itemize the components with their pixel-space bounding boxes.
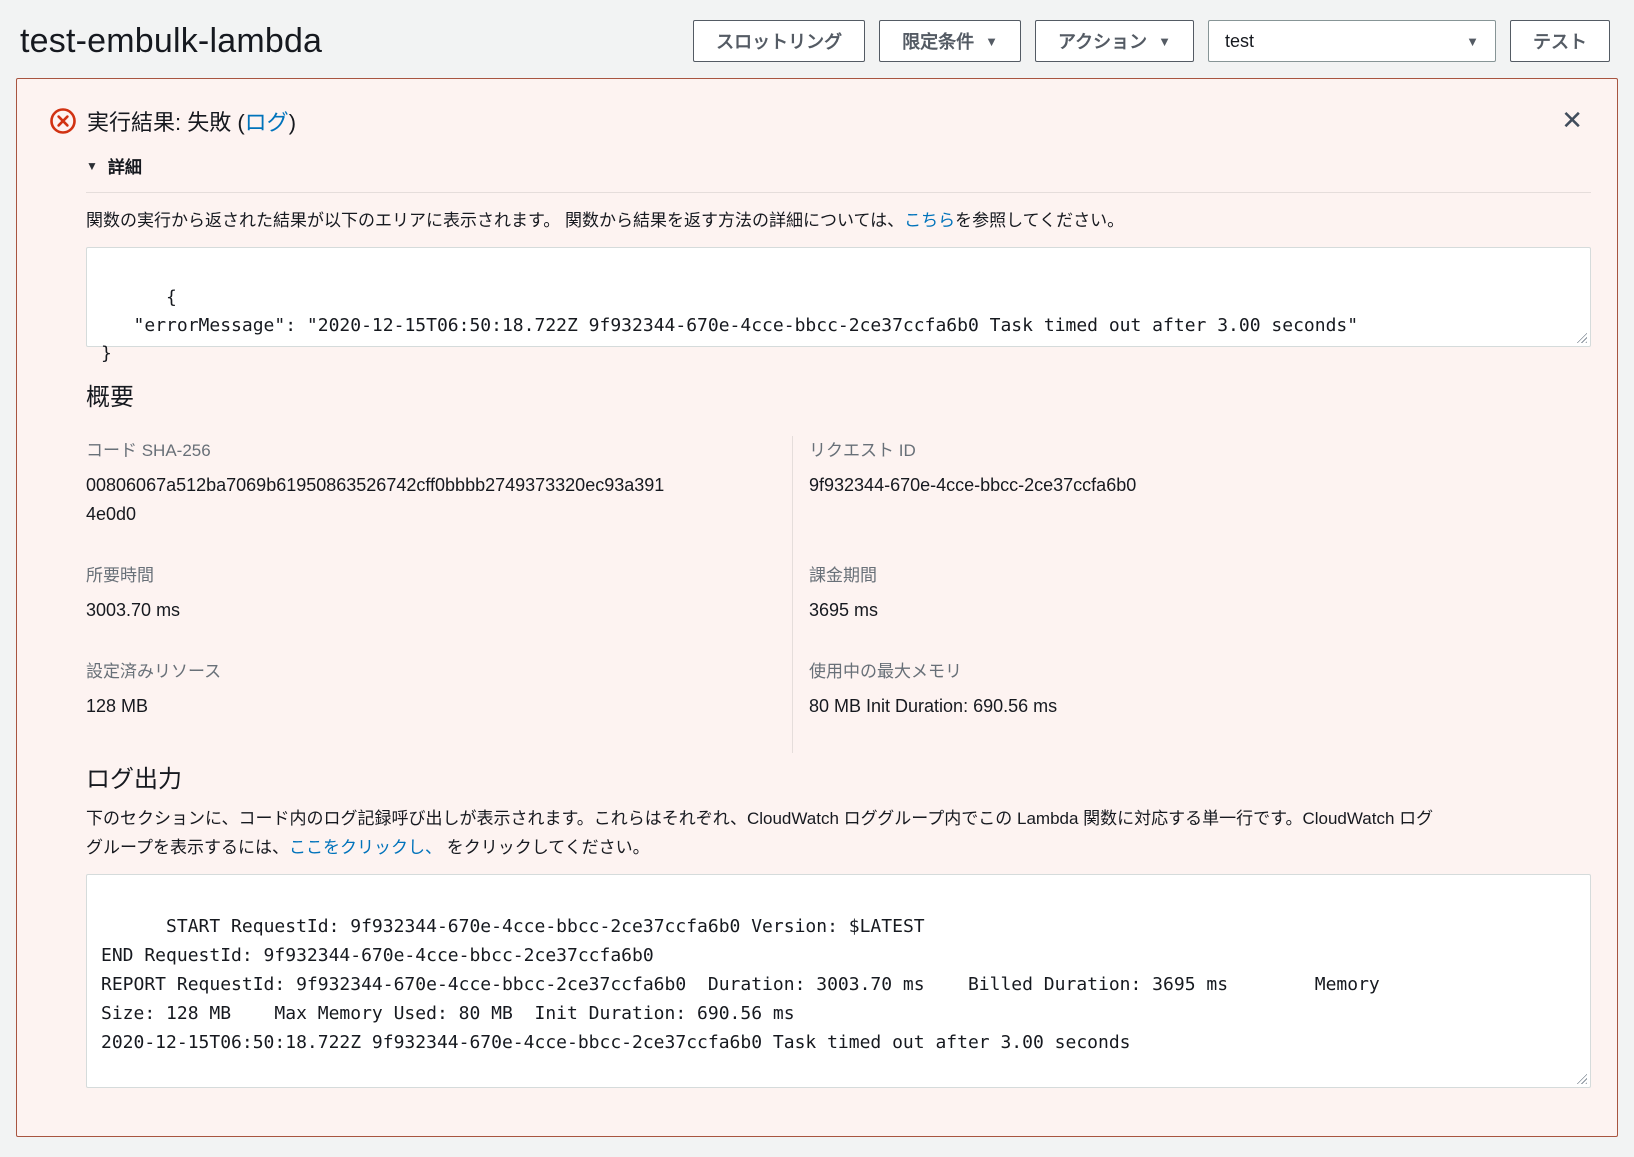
cloudwatch-click-here-link[interactable]: ここをクリックし、 [289,838,442,857]
banner-title-text-close-paren: ) [288,110,297,135]
log-desc-after-link: をクリックしてください。 [441,838,650,857]
summary-value: 3695 ms [809,600,879,620]
summary-label: 課金期間 [809,566,877,585]
summary-label: 使用中の最大メモリ [809,662,962,681]
intro-kochira-link[interactable]: こちら [904,211,955,230]
throttling-button-label: スロットリング [716,32,843,52]
banner-body: ▼ 詳細 関数の実行から返された結果が以下のエリアに表示されます。 関数から結果… [86,153,1591,1088]
actions-button[interactable]: アクション ▼ [1035,20,1194,62]
summary-grid: コード SHA-256 00806067a512ba7069b619508635… [86,436,1591,753]
function-header: test-embulk-lambda スロットリング 限定条件 ▼ アクション … [0,0,1634,78]
log-output-heading: ログ出力 [86,766,182,793]
execution-result-banner: 実行結果: 失敗 (ログ) ✕ ▼ 詳細 関数の実行から返された結果が以下のエリ… [16,78,1618,1137]
expander-caret-icon: ▼ [86,158,98,173]
log-output-text: START RequestId: 9f932344-670e-4cce-bbcc… [101,916,1380,1053]
test-event-select[interactable]: test ▼ [1208,20,1496,62]
qualifier-button[interactable]: 限定条件 ▼ [879,20,1022,62]
summary-value: 00806067a512ba7069b61950863526742cff0bbb… [86,475,665,524]
result-intro-text: 関数の実行から返された結果が以下のエリアに表示されます。 関数から結果を返す方法… [86,209,1591,233]
summary-cell-request-id: リクエスト ID 9f932344-670e-4cce-bbcc-2ce37cc… [792,436,1591,561]
resize-handle-icon[interactable] [1574,330,1587,343]
banner-title: 実行結果: 失敗 (ログ) [87,105,296,137]
banner-header: 実行結果: 失敗 (ログ) ✕ [49,105,1591,137]
page-title: test-embulk-lambda [20,21,323,60]
throttling-button[interactable]: スロットリング [693,20,866,62]
log-output-description: 下のセクションに、コード内のログ記録呼び出しが表示されます。これらはそれぞれ、C… [86,804,1448,862]
log-output-textarea[interactable]: START RequestId: 9f932344-670e-4cce-bbcc… [86,874,1591,1088]
close-icon[interactable]: ✕ [1553,105,1591,135]
qualifier-button-label: 限定条件 [902,32,975,52]
test-button[interactable]: テスト [1510,20,1610,62]
summary-value: 80 MB Init Duration: 690.56 ms [809,696,1058,716]
caret-down-icon: ▼ [985,33,999,49]
details-expander[interactable]: ▼ 詳細 [86,153,142,178]
banner-title-text: 実行結果: 失敗 ( [87,110,245,135]
summary-cell-duration: 所要時間 3003.70 ms [86,561,792,657]
actions-button-label: アクション [1058,32,1148,52]
summary-label: コード SHA-256 [86,441,211,460]
header-actions: スロットリング 限定条件 ▼ アクション ▼ test ▼ テスト [693,20,1610,62]
resize-handle-icon[interactable] [1574,1071,1587,1084]
summary-cell-configured-resources: 設定済みリソース 128 MB [86,657,792,753]
details-expander-label: 詳細 [107,158,142,177]
caret-down-icon: ▼ [1466,33,1479,49]
intro-text-after-link: を参照してください。 [955,211,1125,230]
error-output-textarea[interactable]: { "errorMessage": "2020-12-15T06:50:18.7… [86,247,1591,364]
summary-value: 3003.70 ms [86,600,181,620]
divider [86,192,1591,193]
log-link[interactable]: ログ [245,110,289,135]
summary-cell-code-sha256: コード SHA-256 00806067a512ba7069b619508635… [86,436,792,561]
error-status-icon [50,108,76,134]
summary-value: 128 MB [86,696,149,716]
summary-value: 9f932344-670e-4cce-bbcc-2ce37ccfa6b0 [809,475,1137,495]
error-output-text: { "errorMessage": "2020-12-15T06:50:18.7… [101,287,1359,364]
test-event-selected-value: test [1225,30,1255,51]
summary-label: 所要時間 [86,566,154,585]
summary-cell-max-memory-used: 使用中の最大メモリ 80 MB Init Duration: 690.56 ms [792,657,1591,753]
summary-label: 設定済みリソース [86,662,222,681]
summary-label: リクエスト ID [809,441,916,460]
intro-text-before-link: 関数の実行から返された結果が以下のエリアに表示されます。 関数から結果を返す方法… [86,211,905,230]
summary-heading: 概要 [86,377,1591,412]
test-button-label: テスト [1533,32,1587,52]
caret-down-icon: ▼ [1158,33,1171,49]
summary-cell-billed-duration: 課金期間 3695 ms [792,561,1591,657]
